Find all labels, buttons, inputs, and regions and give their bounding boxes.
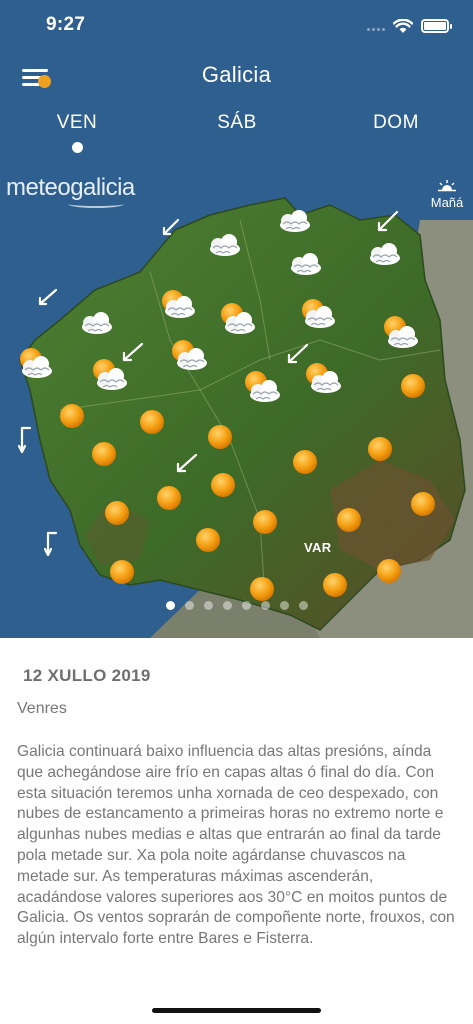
home-indicator[interactable] (152, 1008, 321, 1013)
forecast-panel: 12 XULLO 2019 Venres Galicia continuará … (0, 638, 473, 1024)
page-dot[interactable] (260, 601, 270, 610)
day-tabs: VEN SÁB DOM (0, 112, 473, 164)
weather-map[interactable] (0, 160, 473, 638)
var-label: VAR (304, 540, 332, 555)
navigation-bar: Galicia (0, 52, 473, 98)
meteogalicia-logo: meteogalicia (6, 174, 135, 208)
page-dot[interactable] (298, 601, 308, 610)
page-dot[interactable] (184, 601, 194, 610)
page-dot[interactable] (222, 601, 232, 610)
status-icons (367, 16, 452, 36)
status-bar: 9:27 (0, 0, 473, 50)
tab-ven[interactable]: VEN (17, 112, 137, 153)
cellular-signal-icon (367, 21, 385, 31)
battery-icon (421, 19, 452, 33)
forecast-weekday: Venres (17, 700, 67, 717)
page-dot[interactable] (241, 601, 251, 610)
sunrise-icon (438, 180, 456, 192)
page-dot[interactable] (279, 601, 289, 610)
map-page-indicator (0, 601, 473, 610)
tab-sab-label: SÁB (217, 112, 257, 133)
status-time: 9:27 (46, 14, 86, 35)
tab-sab[interactable]: SÁB (177, 112, 297, 134)
tomorrow-label: Mañá (430, 195, 464, 210)
page-title: Galicia (201, 62, 272, 87)
tab-dom-label: DOM (373, 112, 419, 133)
tab-ven-label: VEN (56, 112, 98, 133)
forecast-date: 12 XULLO 2019 (23, 666, 151, 685)
page-dot[interactable] (165, 601, 175, 610)
header-area: 9:27 Galicia VEN SÁB DOM meteogalicia Ma… (0, 0, 473, 638)
forecast-text: Galicia continuará baixo influencia das … (17, 743, 455, 948)
tab-dom[interactable]: DOM (336, 112, 456, 134)
tomorrow-button[interactable]: Mañá (427, 180, 467, 210)
wifi-icon (393, 18, 413, 33)
page-dot[interactable] (203, 601, 213, 610)
selected-indicator (71, 142, 83, 153)
